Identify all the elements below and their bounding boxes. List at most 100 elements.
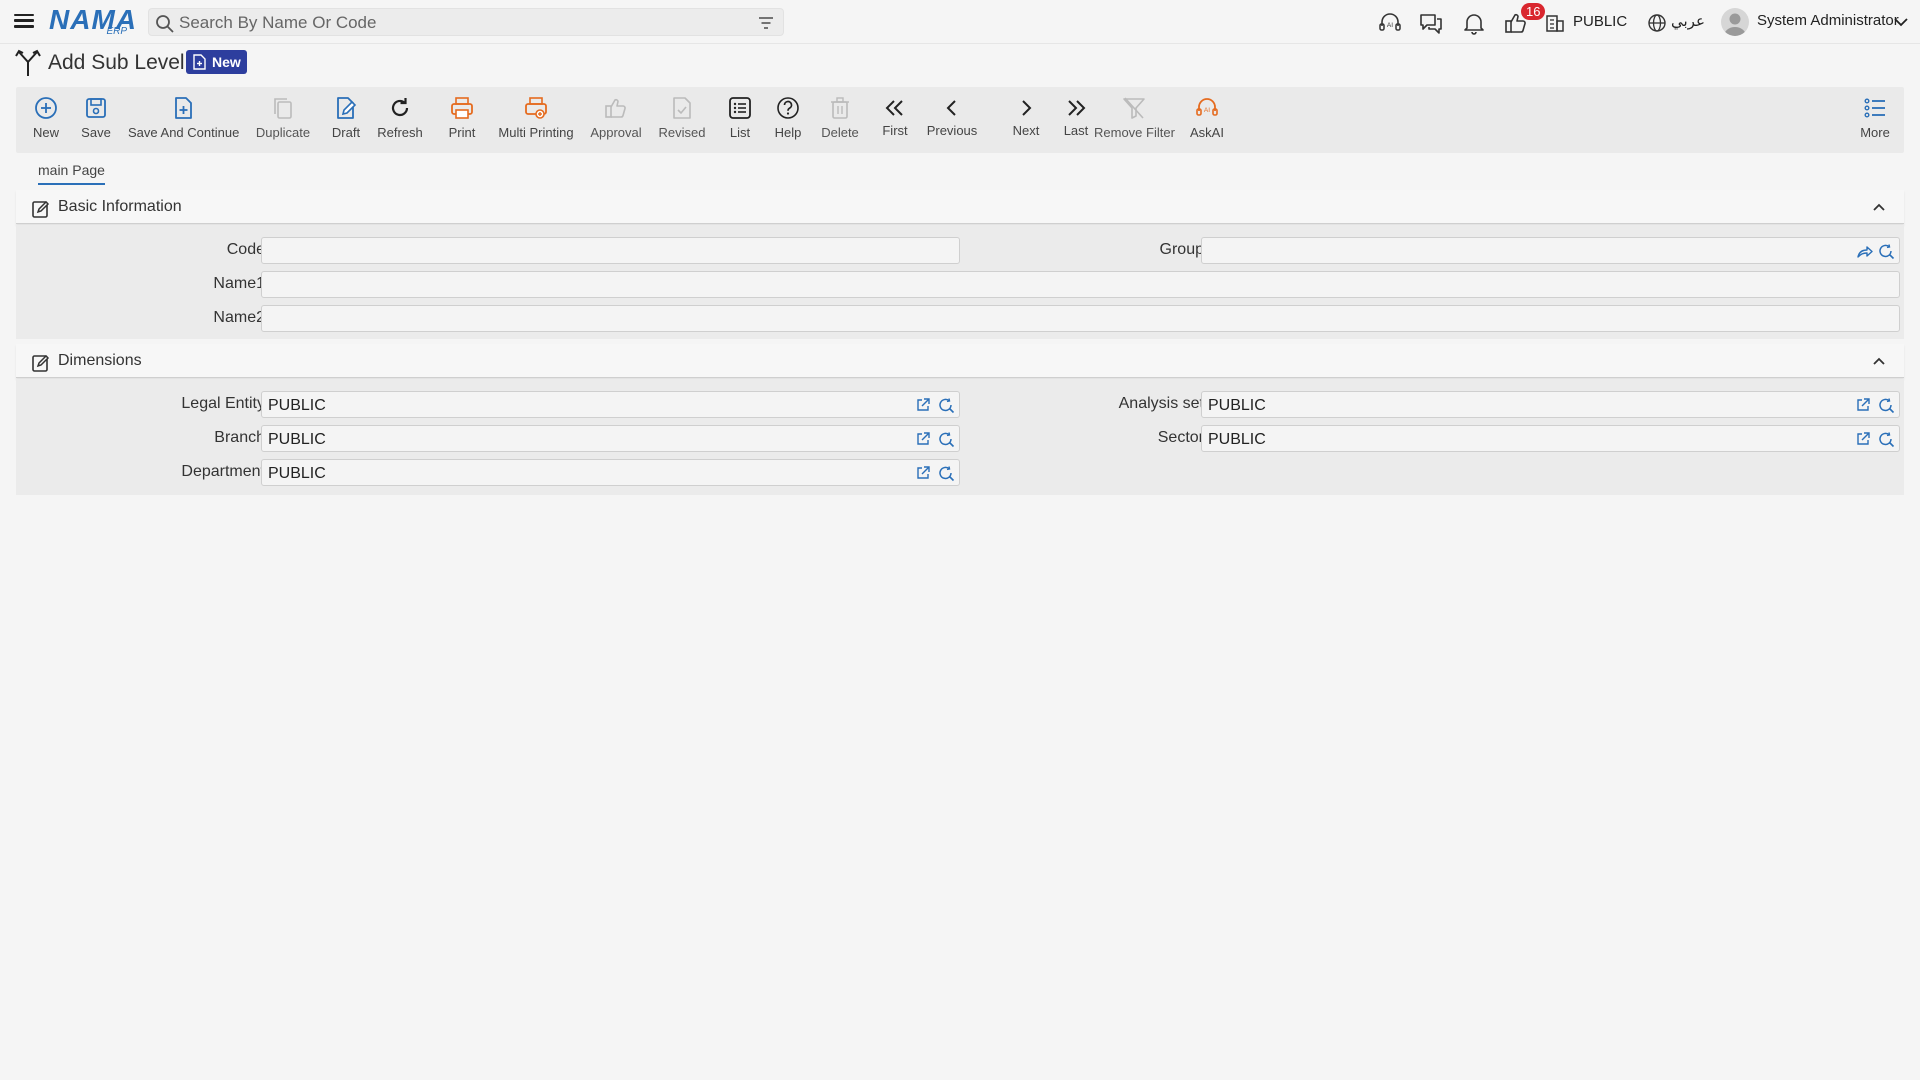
chevron-right-icon <box>1022 100 1032 116</box>
share-icon[interactable] <box>1856 243 1873 260</box>
lookup-search-icon[interactable] <box>938 431 955 448</box>
new-button[interactable]: New <box>28 95 64 140</box>
toolbar: New Save Save And Continue Duplicate Dra… <box>16 87 1904 153</box>
revised-button[interactable]: Revised <box>656 95 708 140</box>
notification-bell-icon[interactable] <box>1461 10 1487 36</box>
help-icon <box>777 97 799 119</box>
lookup-search-icon[interactable] <box>938 465 955 482</box>
askai-button[interactable]: AI AskAI <box>1190 95 1224 140</box>
refresh-button[interactable]: Refresh <box>376 95 424 140</box>
branch-label: Branch <box>214 429 265 446</box>
group-field[interactable] <box>1201 237 1900 264</box>
draft-button[interactable]: Draft <box>328 95 364 140</box>
ai-headset-icon: AI <box>1196 98 1218 116</box>
chevron-down-icon[interactable] <box>1893 14 1909 30</box>
first-button[interactable]: First <box>878 97 912 138</box>
thumbs-up-icon <box>605 98 626 118</box>
print-button[interactable]: Print <box>444 95 480 140</box>
search-input[interactable] <box>179 12 739 34</box>
company-selector[interactable]: PUBLIC <box>1573 13 1627 30</box>
save-and-continue-button[interactable]: Save And Continue <box>128 95 239 140</box>
edit-icon <box>32 354 50 372</box>
svg-text:AI: AI <box>1387 22 1393 29</box>
company-building-icon[interactable] <box>1545 13 1565 33</box>
top-bar: NAMA ERP AI 16 PUBLIC عربي System Admini… <box>0 0 1920 44</box>
open-link-icon[interactable] <box>1855 397 1871 413</box>
legal-entity-field[interactable]: PUBLIC <box>261 391 960 418</box>
logo[interactable]: NAMA ERP <box>49 4 136 38</box>
remove-filter-button[interactable]: Remove Filter <box>1094 95 1175 140</box>
name2-field[interactable] <box>261 305 1900 332</box>
list-icon <box>729 97 751 119</box>
name1-field[interactable] <box>261 271 1900 298</box>
language-switch[interactable]: عربي <box>1671 12 1705 30</box>
name1-label: Name1 <box>213 275 265 292</box>
list-button[interactable]: List <box>724 95 756 140</box>
section-basic-information[interactable]: Basic Information <box>16 190 1904 224</box>
globe-icon[interactable] <box>1647 13 1667 33</box>
open-link-icon[interactable] <box>915 431 931 447</box>
lookup-search-icon[interactable] <box>938 397 955 414</box>
user-menu[interactable]: System Administrator <box>1757 12 1899 29</box>
analysis-set-label: Analysis set <box>1118 395 1204 412</box>
status-badge: New <box>186 50 247 74</box>
legal-entity-label: Legal Entity <box>181 395 265 412</box>
open-link-icon[interactable] <box>1855 431 1871 447</box>
svg-text:AI: AI <box>1204 107 1210 114</box>
branch-icon <box>15 49 41 76</box>
notification-count-badge: 16 <box>1521 3 1546 20</box>
next-button[interactable]: Next <box>1010 97 1042 138</box>
edit-icon <box>32 200 50 218</box>
chevron-up-icon[interactable] <box>1872 201 1886 213</box>
page-title: Add Sub Level <box>48 51 185 74</box>
branch-field[interactable]: PUBLIC <box>261 425 960 452</box>
lookup-search-icon[interactable] <box>1878 243 1895 260</box>
chevron-up-icon[interactable] <box>1872 355 1886 367</box>
chevron-left-icon <box>946 100 956 116</box>
plus-circle-icon <box>35 97 57 119</box>
refresh-icon <box>391 98 409 117</box>
analysis-set-field[interactable]: PUBLIC <box>1201 391 1900 418</box>
chat-icon[interactable] <box>1418 10 1444 36</box>
more-list-icon <box>1864 98 1885 118</box>
open-link-icon[interactable] <box>915 397 931 413</box>
avatar[interactable] <box>1721 8 1749 36</box>
more-button[interactable]: More <box>1857 95 1893 140</box>
approval-button[interactable]: Approval <box>588 95 644 140</box>
sector-field[interactable]: PUBLIC <box>1201 425 1900 452</box>
section-dimensions[interactable]: Dimensions <box>16 344 1904 378</box>
printer-icon <box>451 97 473 119</box>
edit-draft-icon <box>337 97 357 119</box>
open-link-icon[interactable] <box>915 465 931 481</box>
double-chevron-right-icon <box>1068 100 1086 116</box>
search-icon <box>156 15 174 33</box>
multi-printing-button[interactable]: Multi Printing <box>494 95 578 140</box>
menu-icon[interactable] <box>12 10 36 34</box>
save-icon <box>86 98 106 118</box>
search-box <box>148 8 784 36</box>
tab-main-page[interactable]: main Page <box>38 162 105 185</box>
delete-button[interactable]: Delete <box>818 95 862 140</box>
code-field[interactable] <box>261 237 960 264</box>
tab-bar: main Page <box>16 158 1904 188</box>
department-field[interactable]: PUBLIC <box>261 459 960 486</box>
revised-document-icon <box>673 97 691 119</box>
duplicate-button[interactable]: Duplicate <box>254 95 312 140</box>
group-label: Group <box>1159 241 1204 258</box>
lookup-search-icon[interactable] <box>1878 397 1895 414</box>
save-button[interactable]: Save <box>76 95 116 140</box>
multi-print-icon <box>525 97 547 119</box>
code-label: Code <box>226 241 265 258</box>
help-button[interactable]: Help <box>772 95 804 140</box>
new-document-icon <box>193 54 206 70</box>
filter-remove-icon <box>1123 97 1145 119</box>
file-plus-icon <box>175 97 192 119</box>
name2-label: Name2 <box>213 309 265 326</box>
ai-assistant-icon[interactable]: AI <box>1377 10 1403 36</box>
last-button[interactable]: Last <box>1060 97 1092 138</box>
sector-label: Sector <box>1157 429 1204 446</box>
department-label: Department <box>181 463 265 480</box>
previous-button[interactable]: Previous <box>926 97 978 138</box>
filter-icon[interactable] <box>757 14 775 32</box>
lookup-search-icon[interactable] <box>1878 431 1895 448</box>
